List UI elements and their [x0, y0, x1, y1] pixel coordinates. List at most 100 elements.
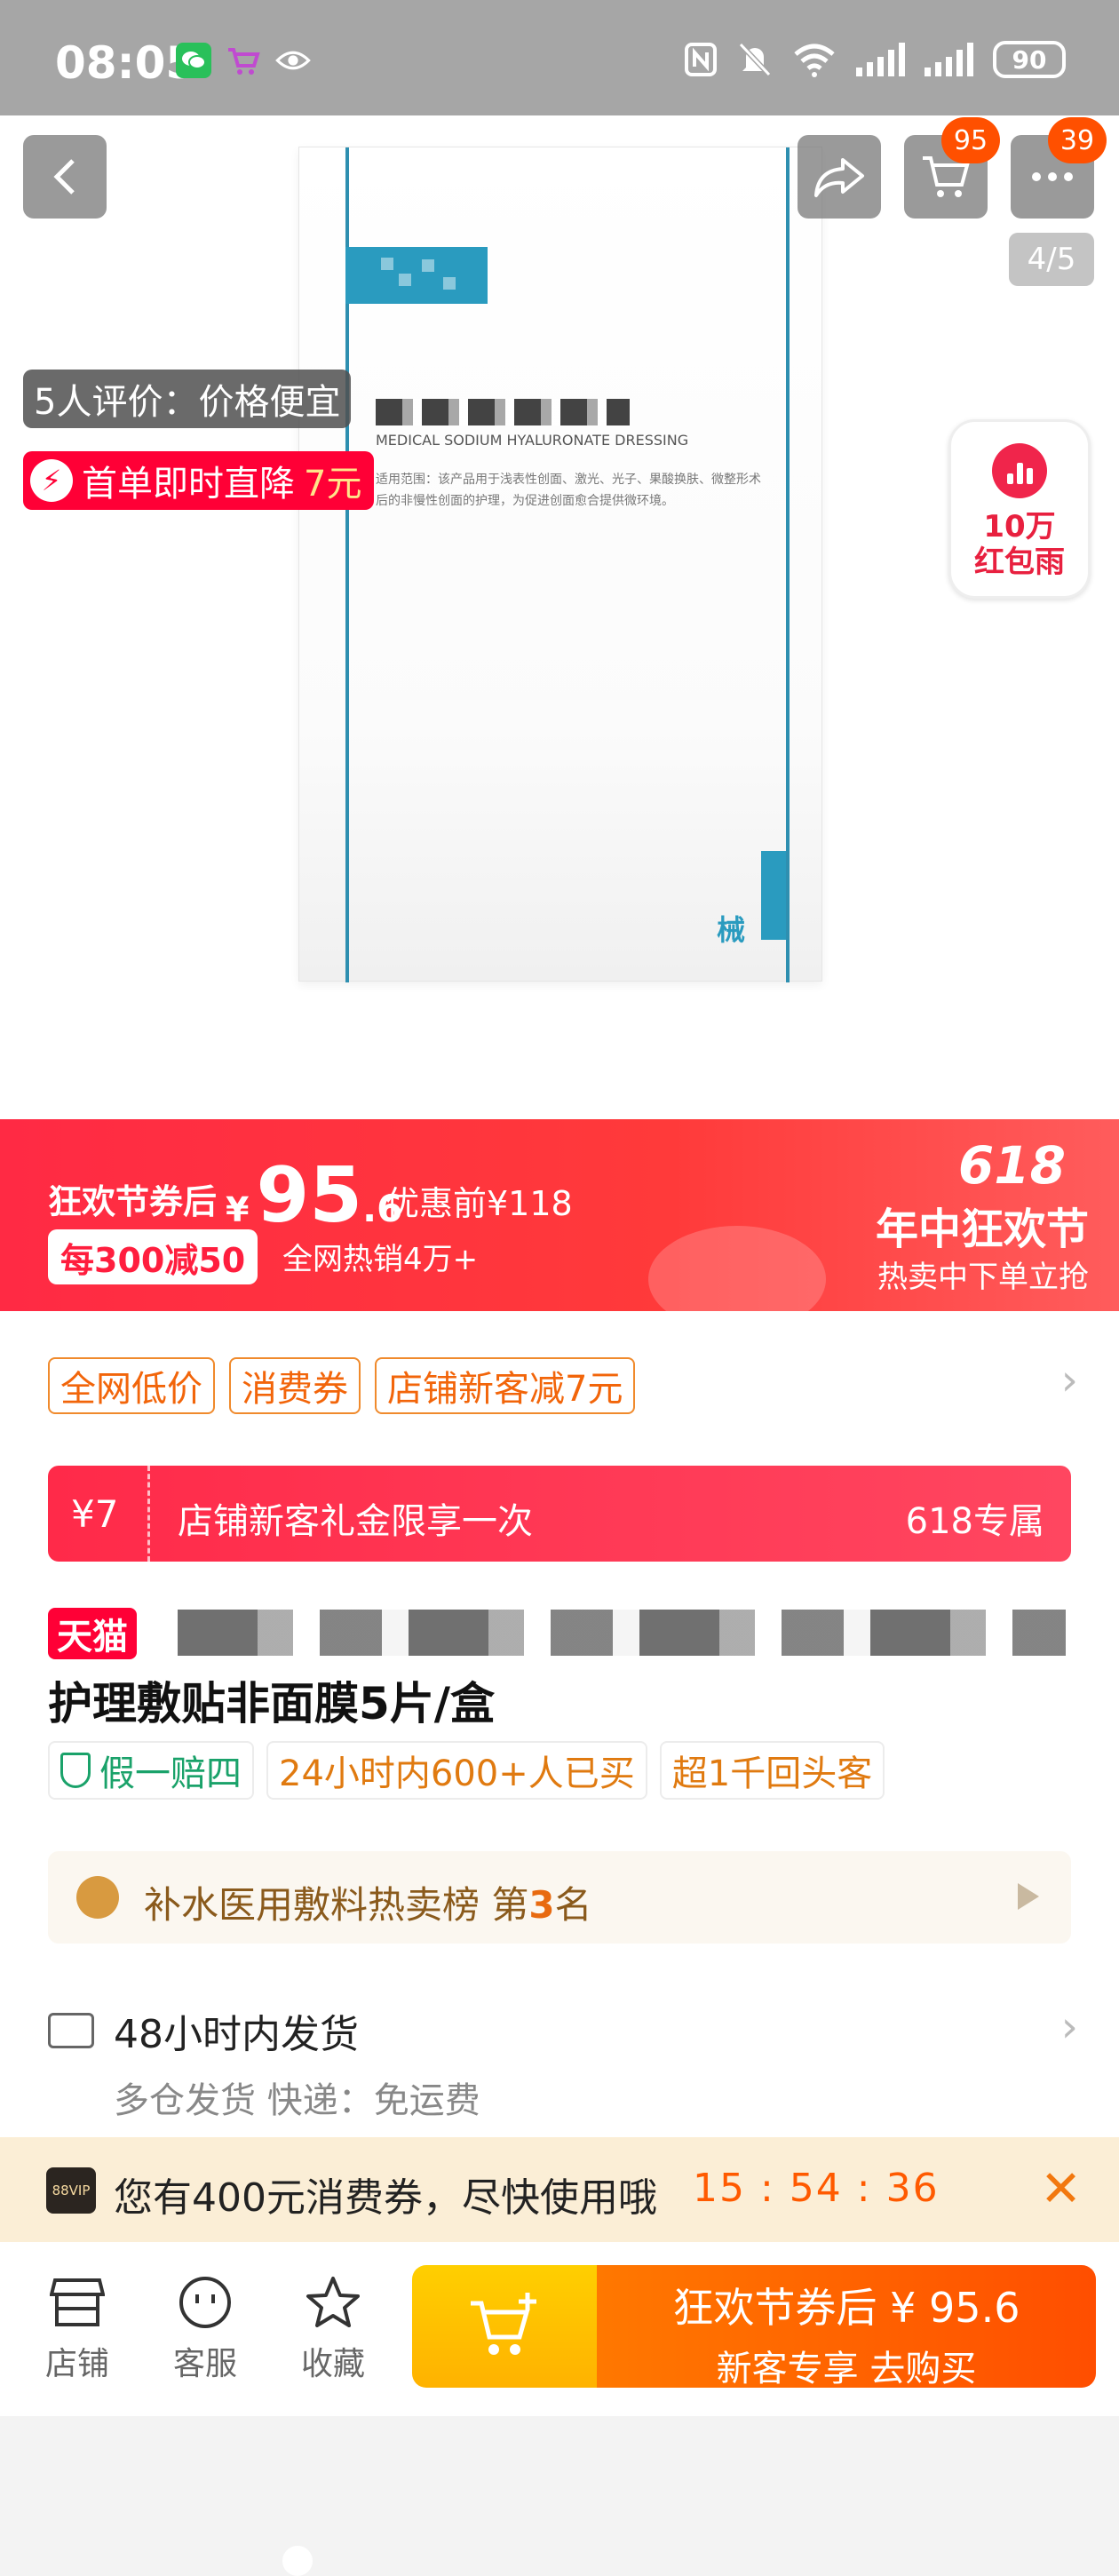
signal-icon-1	[856, 43, 905, 76]
pack-usage-text: 适用范围：该产品用于浅表性创面、激光、光子、果酸换肤、微整形术后的非慢性创面的护…	[376, 473, 761, 508]
buy-cta-text: 新客专享 去购买	[716, 2349, 977, 2388]
store-icon	[49, 2274, 106, 2331]
product-image[interactable]: MEDICAL SODIUM HYALURONATE DRESSING 适用范围…	[298, 147, 822, 982]
tmall-badge: 天猫	[48, 1608, 137, 1659]
status-bar: 08:05 90	[0, 0, 1119, 115]
wifi-icon	[794, 44, 835, 77]
chevron-right-icon[interactable]: ›	[1061, 2002, 1078, 2052]
festival-number: 618	[957, 1135, 1066, 1196]
review-tag[interactable]: 5人评价：价格便宜	[23, 370, 352, 428]
vip-countdown: 15 : 54 : 36	[693, 2166, 940, 2211]
message-count-badge: 39	[1048, 117, 1107, 163]
ranking-suffix: 名	[554, 1883, 592, 1927]
medal-icon	[76, 1876, 119, 1919]
coupon-description: 店铺新客礼金限享一次	[178, 1501, 533, 1542]
shop-button[interactable]: 店铺	[28, 2274, 126, 2384]
guarantee-badge[interactable]: 假一赔四	[48, 1741, 254, 1800]
product-name-blurred	[376, 399, 630, 425]
mute-bell-icon	[738, 42, 772, 77]
sales-text: 全网热销4万+	[282, 1242, 479, 1277]
repeat-customer-badge[interactable]: 超1千回头客	[659, 1741, 885, 1800]
back-button[interactable]	[23, 135, 107, 219]
nfc-icon	[685, 43, 717, 76]
promo-amount: 7元	[304, 464, 362, 505]
buy-price-text: 狂欢节券后 ¥ 95.6	[672, 2284, 1020, 2332]
favorite-label: 收藏	[300, 2346, 365, 2382]
battery-icon: 90	[993, 41, 1066, 78]
share-icon	[814, 158, 864, 197]
price-banner: 狂欢节券后 ¥ 95 .6 优惠前¥118 每300减50 全网热销4万+ i …	[0, 1119, 1119, 2576]
favorite-button[interactable]: 收藏	[284, 2274, 382, 2384]
sales-info[interactable]: 全网热销4万+ i	[282, 1235, 479, 2576]
bar-chart-icon	[992, 443, 1047, 498]
original-price: 优惠前¥118	[385, 1184, 573, 1223]
add-cart-icon	[471, 2293, 536, 2355]
festival-subtitle: 热卖中下单立抢	[877, 1260, 1089, 1295]
guarantee-text: 假一赔四	[99, 1753, 242, 1794]
eye-icon	[275, 43, 311, 78]
coupon-divider	[147, 1466, 150, 1562]
shipping-subtitle: 多仓发货 快递：免运费	[114, 2080, 480, 2121]
coupon-tag-618: 618专属	[905, 1501, 1044, 1542]
notification-icons	[176, 43, 311, 78]
ranking-banner[interactable]: 补水医用敷料热卖榜 第3名	[48, 1851, 1071, 1944]
close-icon[interactable]: ✕	[1040, 2160, 1082, 2218]
chevron-left-icon	[53, 159, 75, 195]
pack-corner-bar	[761, 851, 786, 940]
lightning-icon: ⚡	[30, 459, 73, 502]
red-envelope-rain-button[interactable]: 10万 红包雨	[948, 419, 1091, 599]
play-arrow-icon	[1018, 1883, 1039, 1910]
signal-icon-2	[925, 43, 973, 76]
coupon-price: ¥ 95 .6	[226, 1151, 402, 1240]
cart-count-badge: 95	[941, 117, 1000, 163]
customer-service-button[interactable]: 客服	[156, 2274, 254, 2384]
discount-badge: 每300减50	[48, 1229, 258, 1284]
more-icon	[1032, 172, 1073, 181]
truck-icon	[48, 2013, 94, 2048]
buy-now-button[interactable]: 狂欢节券后 ¥ 95.6 新客专享 去购买	[597, 2265, 1096, 2388]
system-icons: 90	[684, 41, 1066, 78]
promo-text: 首单即时直降	[82, 464, 295, 505]
product-info-section: 全网低价 消费券 店铺新客减7元 › ¥7 店铺新客礼金限享一次 618专属 天…	[0, 1311, 1119, 2137]
shield-icon	[60, 1753, 91, 1788]
title-blurred-text	[178, 1610, 1066, 1656]
product-title: 护理敷贴非面膜5片/盒	[48, 1678, 496, 1729]
red-envelope-line2: 红包雨	[974, 545, 1065, 580]
price-integer: 95	[256, 1151, 363, 1240]
service-label: 客服	[172, 2346, 237, 2382]
ranking-prefix: 补水医用敷料热卖榜 第	[144, 1883, 529, 1927]
coupon-tag[interactable]: 消费券	[229, 1357, 361, 1414]
chat-face-icon	[177, 2274, 234, 2331]
sales-badge[interactable]: 24小时内600+人已买	[266, 1741, 647, 1800]
coupon-tag[interactable]: 店铺新客减7元	[375, 1357, 636, 1414]
first-order-promo-tag[interactable]: ⚡ 首单即时直降 7元	[23, 451, 375, 510]
more-button[interactable]: 39	[1011, 117, 1107, 219]
88vip-logo: 88VIP	[46, 2167, 96, 2214]
coupon-tags-row[interactable]: 全网低价 消费券 店铺新客减7元	[48, 1357, 636, 1414]
product-gallery[interactable]: MEDICAL SODIUM HYALURONATE DRESSING 适用范围…	[0, 115, 1119, 1119]
shopping-cart-app-icon	[226, 43, 261, 78]
new-customer-coupon[interactable]: ¥7 店铺新客礼金限享一次 618专属	[48, 1466, 1071, 1562]
wechat-icon	[176, 43, 211, 78]
add-to-cart-button[interactable]	[412, 2265, 597, 2388]
chevron-right-icon[interactable]: ›	[1061, 1356, 1078, 1405]
pack-stripe	[786, 147, 790, 982]
cart-button[interactable]: 95	[904, 117, 1000, 219]
brand-logo-blurred	[345, 247, 488, 304]
coupon-amount: ¥7	[71, 1492, 119, 1536]
star-icon	[305, 2274, 361, 2331]
coupon-tag[interactable]: 全网低价	[48, 1357, 215, 1414]
festival-title: 年中狂欢节	[875, 1205, 1089, 1254]
currency-symbol: ¥	[226, 1190, 250, 1229]
pack-corner-char: 械	[717, 913, 746, 947]
service-badges[interactable]: 假一赔四 24小时内600+人已买 超1千回头客	[48, 1741, 885, 1800]
shop-label: 店铺	[44, 2346, 109, 2382]
bottom-action-bar: 店铺 客服 收藏 狂欢节券后 ¥ 95.6 新客专享 去购买	[0, 2242, 1119, 2416]
pack-subtitle: MEDICAL SODIUM HYALURONATE DRESSING	[376, 432, 689, 449]
vip-coupon-bar[interactable]: 88VIP 您有400元消费券，尽快使用哦 15 : 54 : 36 ✕	[0, 2137, 1119, 2242]
share-button[interactable]	[798, 135, 881, 219]
shipping-title[interactable]: 48小时内发货	[114, 2002, 359, 2059]
buy-button[interactable]: 狂欢节券后 ¥ 95.6 新客专享 去购买	[412, 2265, 1096, 2388]
coupon-price-label: 狂欢节券后	[48, 1182, 218, 1221]
info-icon[interactable]: i	[282, 2546, 313, 2576]
